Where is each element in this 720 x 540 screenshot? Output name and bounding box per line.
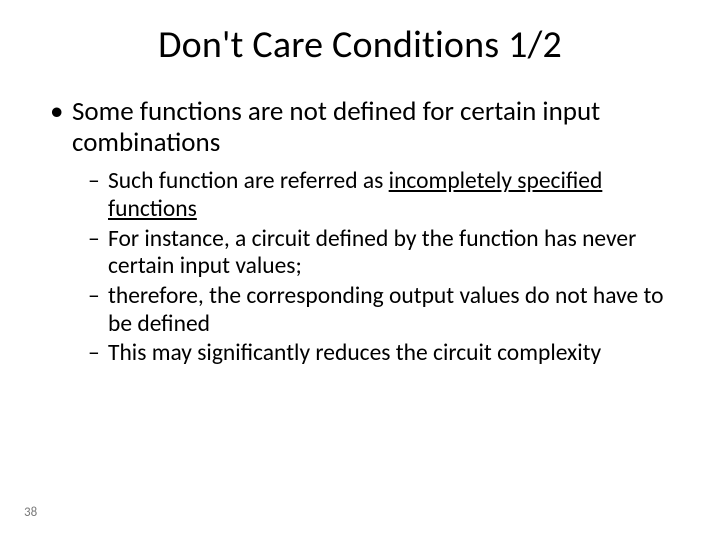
bullet-level1: Some functions are not defined for certa… — [50, 96, 680, 158]
bullet-level1-text: Some functions are not defined for certa… — [72, 95, 600, 159]
sub-bullet-list: Such function are referred as incomplete… — [88, 168, 680, 368]
slide-title: Don't Care Conditions 1/2 — [40, 22, 680, 68]
sub-bullet-3: therefore, the corresponding output valu… — [88, 283, 680, 338]
sub-bullet-1: Such function are referred as incomplete… — [88, 168, 680, 223]
sub-bullet-1-pre: Such function are referred as — [108, 167, 389, 195]
sub-bullet-4: This may significantly reduces the circu… — [88, 340, 680, 368]
sub-bullet-2: For instance, a circuit defined by the f… — [88, 226, 680, 281]
page-number: 38 — [24, 505, 37, 520]
slide: Don't Care Conditions 1/2 Some functions… — [0, 0, 720, 540]
